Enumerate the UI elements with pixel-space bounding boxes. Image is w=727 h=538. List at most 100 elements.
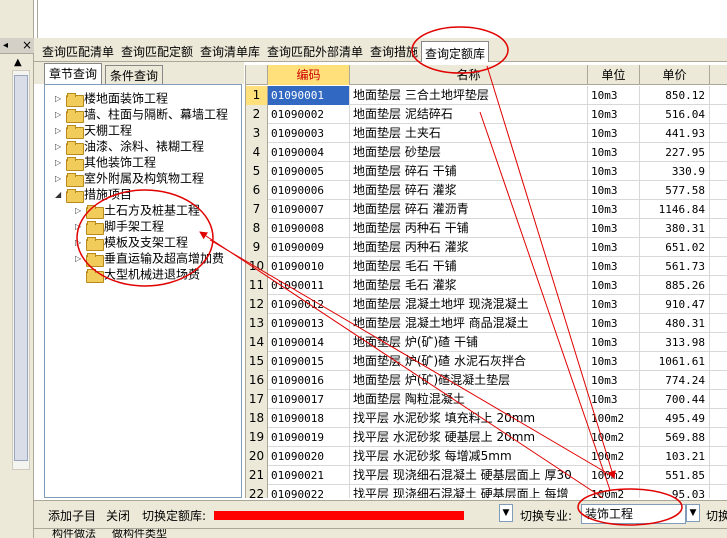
table-row[interactable]: 5 01090005 地面垫层 碎石 干铺 10m3 330.9 [246, 162, 727, 181]
table-row[interactable]: 9 01090009 地面垫层 丙种石 灌浆 10m3 651.02 [246, 238, 727, 257]
tab-chapter-query[interactable]: 章节查询 [44, 63, 103, 84]
tree-node[interactable]: ▷ 油漆、涂料、裱糊工程 [55, 138, 204, 155]
table-header: 编码 名称 单位 单价 [246, 65, 727, 85]
table-row[interactable]: 18 01090018 找平层 水泥砂浆 填充料上 20mm 100m2 495.49 [246, 409, 727, 428]
table-row[interactable]: 10 01090010 地面垫层 毛石 干铺 10m3 561.73 [246, 257, 727, 276]
tree-node[interactable]: ▷ 模板及支架工程 [75, 234, 188, 251]
chapter-tree[interactable]: ▷ 楼地面装饰工程 ▷ 墙、柱面与隔断、幕墙工程 ▷ 天棚工程 ▷ 油漆、涂料、裱糊工程… [44, 84, 242, 498]
tree-node[interactable]: ▷ 脚手架工程 [75, 218, 164, 235]
tree-node[interactable]: ▷ 垂直运输及超高增加费 [75, 250, 224, 267]
tree-node[interactable]: ▷ 楼地面装饰工程 [55, 90, 168, 107]
tab-quota-library[interactable]: 查询定额库 [421, 41, 490, 62]
cell-name: 地面垫层 砂垫层 [350, 143, 588, 162]
expand-icon[interactable]: ▷ [75, 238, 84, 247]
cell-unit: 10m3 [588, 257, 640, 276]
tab-match-external-bill[interactable]: 查询匹配外部清单 [267, 43, 363, 60]
cell-unit: 10m3 [588, 105, 640, 124]
folder-icon [66, 92, 84, 107]
cell-code: 01090001 [268, 86, 350, 105]
redacted-library-field[interactable] [214, 511, 464, 520]
header-code[interactable]: 编码 [268, 65, 350, 85]
table-row[interactable]: 1 01090001 地面垫层 三合土地坪垫层 10m3 850.12 [246, 86, 727, 105]
expand-icon[interactable]: ▷ [55, 158, 64, 167]
add-child-button[interactable]: 添加子目 [48, 507, 96, 524]
table-row[interactable]: 3 01090003 地面垫层 土夹石 10m3 441.93 [246, 124, 727, 143]
cell-unit: 10m3 [588, 143, 640, 162]
switch-more-button[interactable]: 切换 [706, 507, 727, 524]
table-row[interactable]: 4 01090004 地面垫层 砂垫层 10m3 227.95 [246, 143, 727, 162]
header-name[interactable]: 名称 [350, 65, 588, 85]
tab-bill-library[interactable]: 查询清单库 [200, 43, 260, 60]
expand-icon[interactable]: ▷ [55, 142, 64, 151]
cell-unit: 10m3 [588, 390, 640, 409]
status-tab-component-method[interactable]: 构件做法 [52, 529, 96, 538]
cell-code: 01090007 [268, 200, 350, 219]
folder-open-icon [66, 188, 84, 203]
cell-price: 313.98 [640, 333, 710, 352]
table-row[interactable]: 19 01090019 找平层 水泥砂浆 硬基层上 20mm 100m2 569.88 [246, 428, 727, 447]
table-row[interactable]: 21 01090021 找平层 现浇细石混凝土 硬基层面上 厚30 100m2 551.… [246, 466, 727, 485]
cell-code: 01090019 [268, 428, 350, 447]
table-row[interactable]: 7 01090007 地面垫层 碎石 灌沥青 10m3 1146.84 [246, 200, 727, 219]
table-row[interactable]: 16 01090016 地面垫层 炉(矿)碴混凝土垫层 10m3 774.24 [246, 371, 727, 390]
table-row[interactable]: 12 01090012 地面垫层 混凝土地坪 现浇混凝土 10m3 910.47 [246, 295, 727, 314]
expand-icon[interactable]: ▷ [55, 110, 64, 119]
cell-unit: 10m3 [588, 371, 640, 390]
status-tab-component-type[interactable]: 做构件类型 [112, 529, 167, 538]
cell-unit: 10m3 [588, 162, 640, 181]
pin-icon[interactable]: ◂ [3, 40, 8, 51]
cell-num: 5 [246, 162, 268, 181]
tree-node[interactable]: ▷ 其他装饰工程 [55, 154, 156, 171]
expand-icon[interactable]: ▷ [55, 94, 64, 103]
tree-node-expanded[interactable]: ◢ 措施项目 [55, 186, 132, 203]
table-row[interactable]: 8 01090008 地面垫层 丙种石 干铺 10m3 380.31 [246, 219, 727, 238]
cell-unit: 10m3 [588, 238, 640, 257]
cell-price: 227.95 [640, 143, 710, 162]
table-row[interactable]: 17 01090017 地面垫层 陶粒混凝土 10m3 700.44 [246, 390, 727, 409]
header-unit[interactable]: 单位 [588, 65, 640, 85]
table-row[interactable]: 22 01090022 找平层 现浇细石混凝土 硬基层面上 每增 100m2 95.03 [246, 485, 727, 498]
tab-measures[interactable]: 查询措施 [370, 43, 418, 60]
close-button[interactable]: 关闭 [106, 507, 130, 524]
tree-node[interactable]: ▷ 天棚工程 [55, 122, 132, 139]
table-row[interactable]: 13 01090013 地面垫层 混凝土地坪 商品混凝土 10m3 480.31 [246, 314, 727, 333]
expand-icon[interactable]: ▷ [75, 222, 84, 231]
expand-icon[interactable]: ▷ [55, 174, 64, 183]
expand-icon[interactable]: ▷ [55, 126, 64, 135]
tab-match-quota[interactable]: 查询匹配定额 [121, 43, 193, 60]
cell-unit: 10m3 [588, 276, 640, 295]
header-price[interactable]: 单价 [640, 65, 710, 85]
cell-code: 01090016 [268, 371, 350, 390]
table-row[interactable]: 11 01090011 地面垫层 毛石 灌浆 10m3 885.26 [246, 276, 727, 295]
folder-icon [86, 236, 104, 251]
table-row[interactable]: 2 01090002 地面垫层 泥结碎石 10m3 516.04 [246, 105, 727, 124]
vertical-scrollbar[interactable] [12, 70, 30, 470]
table-row[interactable]: 15 01090015 地面垫层 炉(矿)碴 水泥石灰拌合 10m3 1061.61 [246, 352, 727, 371]
cell-price: 551.85 [640, 466, 710, 485]
scroll-up-icon[interactable]: ▲ [14, 57, 22, 68]
tree-node[interactable]: ▷大型机械进退场费 [75, 266, 200, 283]
collapse-icon[interactable]: ◢ [55, 190, 64, 199]
library-dropdown-arrow-icon[interactable]: ▼ [499, 504, 513, 522]
cell-price: 577.58 [640, 181, 710, 200]
table-row[interactable]: 6 01090006 地面垫层 碎石 灌浆 10m3 577.58 [246, 181, 727, 200]
tree-node[interactable]: ▷ 土石方及桩基工程 [75, 202, 200, 219]
header-row-number [246, 65, 268, 85]
tab-condition-query[interactable]: 条件查询 [105, 65, 164, 84]
table-row[interactable]: 14 01090014 地面垫层 炉(矿)碴 干铺 10m3 313.98 [246, 333, 727, 352]
major-dropdown-arrow-icon[interactable]: ▼ [686, 504, 700, 522]
cell-num: 11 [246, 276, 268, 295]
scrollbar-thumb[interactable] [14, 75, 28, 461]
bottom-toolbar: 添加子目 关闭 切换定额库: ▼ 切换专业: 装饰工程 ▼ 切换 [34, 500, 727, 528]
tree-node[interactable]: ▷ 墙、柱面与隔断、幕墙工程 [55, 106, 228, 123]
tab-match-bill[interactable]: 查询匹配清单 [42, 43, 114, 60]
tree-node[interactable]: ▷ 室外附属及构筑物工程 [55, 170, 204, 187]
switch-major-label: 切换专业: [520, 509, 573, 523]
expand-icon[interactable]: ▷ [75, 254, 84, 263]
major-select[interactable]: 装饰工程 [581, 504, 686, 524]
cell-name: 地面垫层 三合土地坪垫层 [350, 86, 588, 105]
expand-icon[interactable]: ▷ [75, 206, 84, 215]
table-row[interactable]: 20 01090020 找平层 水泥砂浆 每增减5mm 100m2 103.21 [246, 447, 727, 466]
cell-price: 103.21 [640, 447, 710, 466]
close-icon[interactable]: × [22, 38, 32, 52]
